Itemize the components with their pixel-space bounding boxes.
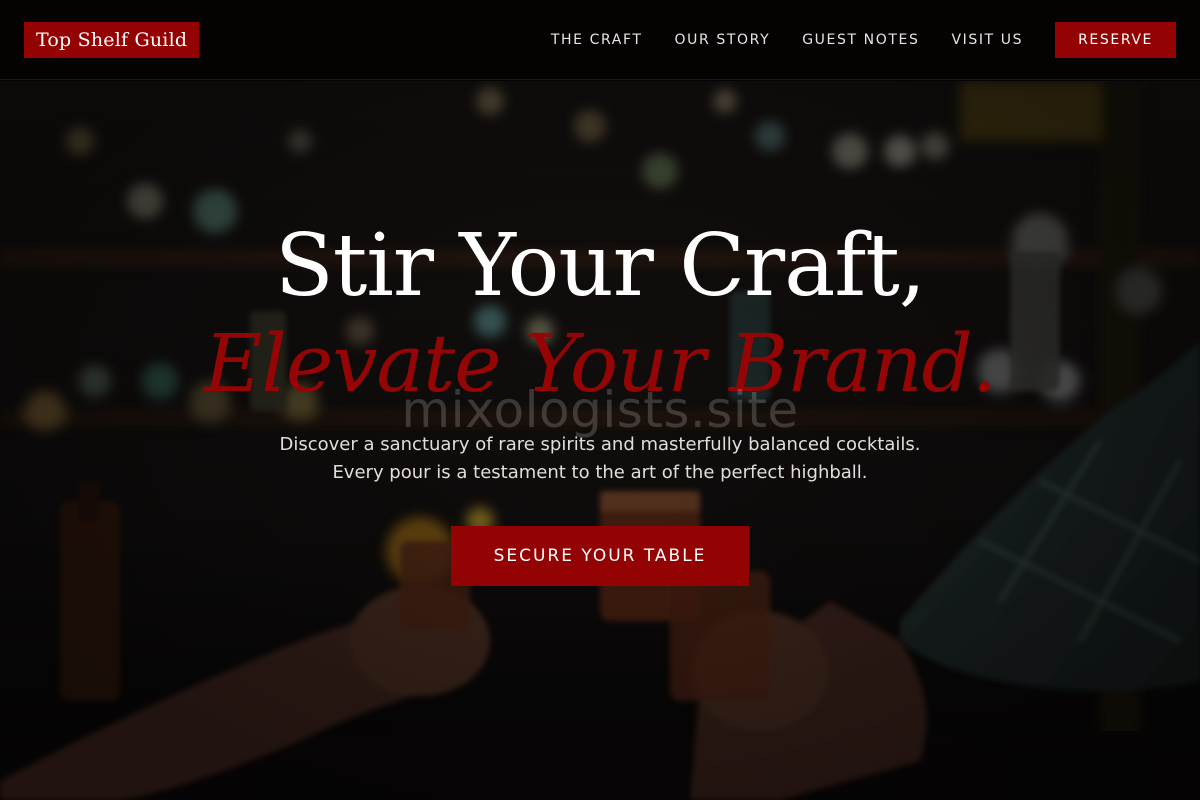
hero-subtitle-line-1: Discover a sanctuary of rare spirits and…: [279, 434, 921, 455]
hero-subtitle-line-2: Every pour is a testament to the art of …: [332, 462, 868, 483]
nav-link-our-story[interactable]: OUR STORY: [675, 32, 771, 48]
reserve-button[interactable]: RESERVE: [1055, 22, 1176, 58]
hero-title: Stir Your Craft,: [274, 216, 926, 316]
site-header: Top Shelf Guild THE CRAFT OUR STORY GUES…: [0, 0, 1200, 80]
nav-link-the-craft[interactable]: THE CRAFT: [551, 32, 643, 48]
nav-link-guest-notes[interactable]: GUEST NOTES: [802, 32, 919, 48]
hero-subtitle: Discover a sanctuary of rare spirits and…: [0, 431, 1200, 487]
secure-table-button[interactable]: SECURE YOUR TABLE: [451, 526, 749, 586]
nav-link-visit-us[interactable]: VISIT US: [951, 32, 1023, 48]
logo[interactable]: Top Shelf Guild: [24, 22, 200, 58]
main-nav: THE CRAFT OUR STORY GUEST NOTES VISIT US…: [551, 22, 1176, 58]
hero-section: Stir Your Craft, Elevate Your Brand. mix…: [0, 81, 1200, 800]
